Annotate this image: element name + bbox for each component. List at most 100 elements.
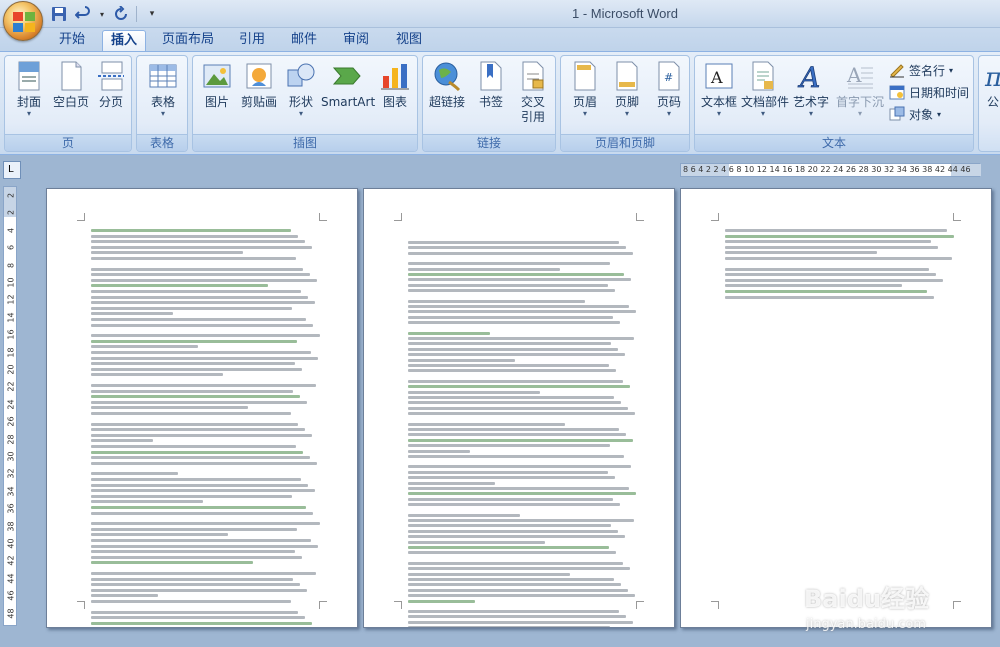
text-line (408, 610, 619, 613)
text-line (408, 385, 630, 389)
group-pages: 封面 ▾ 空白页 分页 页 (4, 55, 132, 152)
text-line (408, 396, 614, 399)
margin-mark (636, 213, 644, 221)
calendar-icon (889, 85, 905, 100)
text-line (408, 342, 611, 346)
shapes-button[interactable]: 形状 ▾ (279, 60, 323, 134)
text-line (408, 540, 545, 544)
table-button[interactable]: 表格 ▾ (141, 60, 185, 134)
page-number-icon: # (658, 61, 680, 91)
drop-cap-button[interactable]: A 首字下沉 ▾ (835, 60, 885, 134)
text-box-caret: ▾ (716, 109, 721, 118)
text-line (91, 406, 248, 410)
text-line (91, 278, 317, 282)
text-line (408, 594, 635, 598)
chart-button[interactable]: 图表 (373, 60, 417, 134)
vertical-ruler-number: 16 (6, 329, 16, 340)
group-symbols-partial: π 公 (978, 55, 1000, 152)
picture-button[interactable]: 图片 (195, 60, 239, 134)
text-line (408, 379, 623, 383)
text-line (91, 334, 320, 338)
text-box-button[interactable]: A 文本框 ▾ (697, 60, 741, 134)
tab-insert[interactable]: 插入 (102, 30, 146, 52)
vertical-ruler-number: 2 (6, 192, 16, 199)
ribbon: 封面 ▾ 空白页 分页 页 表格 ▾ 表格 图片 剪贴画 形状 ▾ SmartA… (0, 51, 1000, 155)
wordart-button[interactable]: A 艺术字 ▾ (789, 60, 833, 134)
ruler-tab-selector[interactable]: L (3, 161, 21, 179)
blank-page-button[interactable]: 空白页 (49, 60, 93, 134)
watermark-url: jingyan.baidu.com (806, 617, 926, 632)
page-break-button[interactable]: 分页 (91, 60, 131, 134)
text-line (408, 551, 616, 555)
text-line (408, 305, 629, 308)
quick-parts-button[interactable]: 文档部件 ▾ (741, 60, 789, 134)
document-page-1[interactable] (46, 188, 358, 628)
tab-references[interactable]: 引用 (232, 30, 272, 52)
wordart-caret: ▾ (808, 109, 813, 118)
tab-view[interactable]: 视图 (389, 30, 429, 52)
text-line (91, 295, 308, 299)
tab-mailings[interactable]: 邮件 (284, 30, 324, 52)
page-break-icon (98, 61, 124, 91)
text-line (91, 290, 301, 293)
footer-button[interactable]: 页脚 ▾ (605, 60, 649, 134)
hyperlink-button[interactable]: 超链接 (425, 60, 469, 134)
horizontal-ruler[interactable]: 8 6 4 2 2 4 6 8 10 12 14 16 18 20 22 24 … (680, 163, 981, 177)
text-line (91, 527, 297, 531)
signature-line-button[interactable]: 签名行 ▾ (889, 60, 953, 80)
date-time-button[interactable]: 日期和时间 (889, 82, 969, 102)
text-line (408, 497, 613, 501)
document-page-3[interactable] (680, 188, 992, 628)
text-line (408, 273, 624, 276)
document-page-2[interactable] (363, 188, 675, 628)
text-line (91, 461, 317, 465)
text-line (91, 500, 203, 504)
text-line (408, 262, 610, 266)
object-icon (889, 106, 905, 121)
text-line (91, 251, 243, 255)
text-line (408, 465, 631, 469)
cover-page-button[interactable]: 封面 ▾ (7, 60, 51, 134)
bookmark-button[interactable]: 书签 (469, 60, 513, 134)
text-line (408, 578, 614, 581)
text-line (91, 273, 310, 277)
text-line (91, 450, 303, 454)
text-line (91, 555, 302, 559)
text-line (91, 594, 158, 598)
tab-home[interactable]: 开始 (52, 30, 92, 52)
shapes-caret: ▾ (298, 109, 303, 118)
vertical-ruler-number: 48 (6, 608, 16, 619)
office-button[interactable] (3, 1, 43, 41)
page-number-button[interactable]: # 页码 ▾ (647, 60, 691, 134)
cross-reference-button[interactable]: 交叉 引用 (511, 60, 555, 134)
text-line (408, 369, 616, 373)
footer-icon (616, 61, 638, 91)
text-line (91, 400, 307, 404)
vertical-ruler-number: 24 (6, 399, 16, 410)
smartart-button[interactable]: SmartArt (321, 60, 375, 134)
ribbon-tabs: 开始 插入 页面布局 引用 邮件 审阅 视图 (0, 28, 1000, 52)
vertical-ruler[interactable]: 2 2 4 6 8 10 12 14 16 18 20 22 24 26 28 30 32 34 36 38 40 42 4… (3, 186, 17, 626)
text-line (408, 364, 609, 367)
svg-text:π: π (984, 63, 1000, 92)
text-line (91, 583, 300, 587)
text-line (91, 422, 298, 426)
group-tables-label: 表格 (137, 134, 187, 151)
text-line (408, 476, 615, 480)
office-logo-icon (13, 12, 35, 32)
header-button[interactable]: 页眉 ▾ (563, 60, 607, 134)
text-line (91, 412, 291, 415)
tab-page-layout[interactable]: 页面布局 (158, 30, 218, 52)
equation-button[interactable]: π 公 (981, 60, 1000, 134)
text-line (91, 561, 253, 565)
text-line (408, 620, 633, 624)
text-line (725, 295, 934, 299)
text-line (408, 267, 560, 271)
text-line (91, 373, 223, 377)
clip-art-button[interactable]: 剪贴画 (237, 60, 281, 134)
text-line (725, 284, 902, 288)
tab-review[interactable]: 审阅 (336, 30, 376, 52)
text-line (408, 401, 621, 405)
text-line (91, 539, 311, 542)
object-button[interactable]: 对象 ▾ (889, 104, 941, 124)
